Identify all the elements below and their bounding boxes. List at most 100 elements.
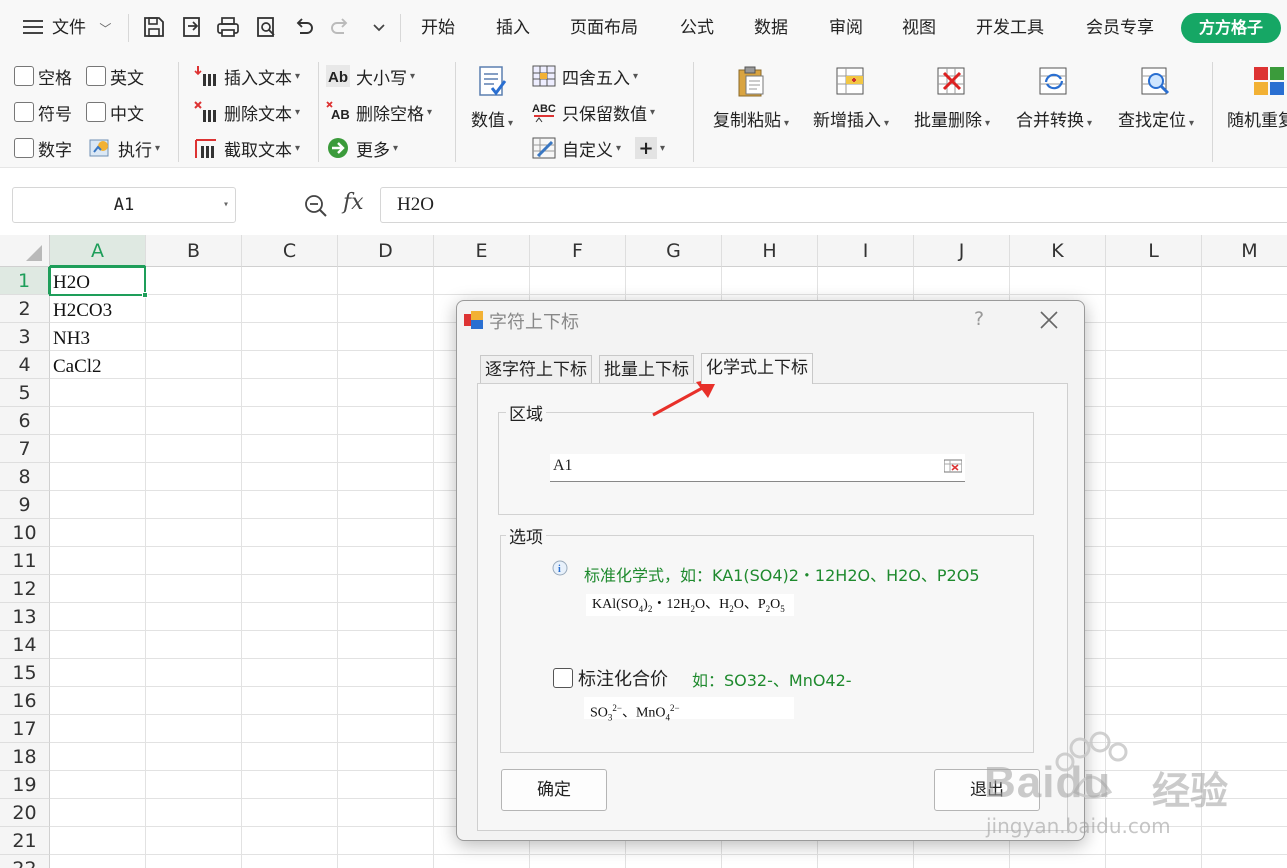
export-icon[interactable]: [178, 13, 206, 41]
file-menu[interactable]: 文件 ﹀: [52, 14, 111, 42]
row-header-5[interactable]: 5: [0, 379, 50, 407]
row-header-21[interactable]: 21: [0, 827, 50, 855]
valence-checkbox[interactable]: [553, 668, 573, 688]
region-input[interactable]: A1: [550, 454, 965, 482]
column-header-g[interactable]: G: [626, 235, 722, 267]
column-header-a[interactable]: A: [50, 235, 146, 267]
fx-icon[interactable]: fx: [343, 190, 364, 215]
tab-page-layout[interactable]: 页面布局: [570, 14, 638, 42]
ok-button[interactable]: 确定: [501, 769, 607, 811]
row-header-19[interactable]: 19: [0, 771, 50, 799]
keep-numbers-button[interactable]: ABC 只保留数值 ▾: [532, 99, 655, 125]
row-header-20[interactable]: 20: [0, 799, 50, 827]
row-header-13[interactable]: 13: [0, 603, 50, 631]
checkbox-space[interactable]: 空格: [14, 63, 72, 89]
print-icon[interactable]: [214, 13, 242, 41]
close-icon[interactable]: [1039, 310, 1059, 330]
custom-button[interactable]: 自定义 ▾ + ▾: [532, 135, 665, 161]
delete-text-button[interactable]: 删除文本 ▾: [194, 99, 300, 125]
plus-icon[interactable]: +: [635, 137, 658, 159]
checkbox-english[interactable]: 英文: [86, 63, 144, 89]
tab-fangfang[interactable]: 方方格子: [1181, 13, 1281, 43]
row-header-16[interactable]: 16: [0, 687, 50, 715]
more-button[interactable]: 更多 ▾: [326, 135, 398, 161]
row-header-8[interactable]: 8: [0, 463, 50, 491]
print-preview-icon[interactable]: [252, 13, 280, 41]
row-header-2[interactable]: 2: [0, 295, 50, 323]
tab-formulas[interactable]: 公式: [680, 14, 714, 42]
row-header-9[interactable]: 9: [0, 491, 50, 519]
row-header-14[interactable]: 14: [0, 631, 50, 659]
row-header-12[interactable]: 12: [0, 575, 50, 603]
checkbox-box[interactable]: [14, 138, 34, 158]
tab-review[interactable]: 审阅: [829, 14, 863, 42]
range-picker-icon[interactable]: [943, 458, 963, 473]
copy-paste-button[interactable]: 复制粘贴 ▾: [706, 56, 796, 168]
checkbox-box[interactable]: [86, 102, 106, 122]
numeric-button[interactable]: 数值 ▾: [462, 56, 522, 168]
cell-A2[interactable]: H2CO3: [53, 296, 112, 324]
row-header-15[interactable]: 15: [0, 659, 50, 687]
tab-member[interactable]: 会员专享: [1086, 14, 1154, 42]
help-icon[interactable]: ?: [974, 308, 984, 330]
row-header-4[interactable]: 4: [0, 351, 50, 379]
undo-icon[interactable]: [289, 13, 317, 41]
tab-chemical-formula[interactable]: 化学式上下标: [701, 353, 813, 384]
select-all-corner[interactable]: [0, 235, 50, 267]
zoom-icon[interactable]: [303, 193, 329, 219]
checkbox-digit[interactable]: 数字: [14, 135, 72, 161]
tab-view[interactable]: 视图: [902, 14, 936, 42]
formula-input[interactable]: H2O: [380, 187, 1287, 223]
batch-delete-button[interactable]: 批量删除 ▾: [906, 56, 998, 168]
tab-data[interactable]: 数据: [754, 14, 788, 42]
column-header-e[interactable]: E: [434, 235, 530, 267]
chevron-down-icon[interactable]: ▾: [223, 188, 229, 222]
cell-A3[interactable]: NH3: [53, 324, 90, 352]
checkbox-box[interactable]: [14, 66, 34, 86]
round-button[interactable]: 四舍五入 ▾: [532, 63, 638, 89]
column-header-i[interactable]: I: [818, 235, 914, 267]
tab-per-character[interactable]: 逐字符上下标: [480, 355, 592, 383]
column-header-f[interactable]: F: [530, 235, 626, 267]
name-box[interactable]: A1 ▾: [12, 187, 236, 223]
checkbox-symbol[interactable]: 符号: [14, 99, 72, 125]
row-header-11[interactable]: 11: [0, 547, 50, 575]
new-insert-button[interactable]: 新增插入 ▾: [806, 56, 896, 168]
case-button[interactable]: Ab 大小写 ▾: [326, 63, 415, 89]
row-header-6[interactable]: 6: [0, 407, 50, 435]
tab-insert[interactable]: 插入: [496, 14, 530, 42]
row-header-10[interactable]: 10: [0, 519, 50, 547]
exit-button[interactable]: 退出: [934, 769, 1040, 811]
customize-qat-icon[interactable]: [365, 13, 393, 41]
checkbox-chinese[interactable]: 中文: [86, 99, 144, 125]
row-header-22[interactable]: 22: [0, 855, 50, 868]
tab-home[interactable]: 开始: [421, 14, 455, 42]
remove-spaces-button[interactable]: AB 删除空格 ▾: [326, 99, 432, 125]
column-header-d[interactable]: D: [338, 235, 434, 267]
redo-icon[interactable]: [327, 13, 355, 41]
random-repeat-button[interactable]: 随机重复: [1224, 56, 1287, 168]
column-header-j[interactable]: J: [914, 235, 1010, 267]
column-header-b[interactable]: B: [146, 235, 242, 267]
extract-text-button[interactable]: 截取文本 ▾: [194, 135, 300, 161]
hamburger-icon[interactable]: [22, 17, 44, 37]
row-header-3[interactable]: 3: [0, 323, 50, 351]
column-header-h[interactable]: H: [722, 235, 818, 267]
row-header-17[interactable]: 17: [0, 715, 50, 743]
checkbox-box[interactable]: [86, 66, 106, 86]
checkbox-box[interactable]: [14, 102, 34, 122]
row-header-18[interactable]: 18: [0, 743, 50, 771]
column-header-l[interactable]: L: [1106, 235, 1202, 267]
cell-A4[interactable]: CaCl2: [53, 352, 102, 380]
column-header-k[interactable]: K: [1010, 235, 1106, 267]
insert-text-button[interactable]: 插入文本 ▾: [194, 63, 300, 89]
row-header-7[interactable]: 7: [0, 435, 50, 463]
tab-developer[interactable]: 开发工具: [976, 14, 1044, 42]
find-locate-button[interactable]: 查找定位 ▾: [1110, 56, 1202, 168]
fill-handle[interactable]: [142, 292, 148, 298]
save-icon[interactable]: [140, 13, 168, 41]
execute-button[interactable]: 执行 ▾: [88, 135, 160, 161]
valence-label[interactable]: 标注化合价: [578, 665, 668, 691]
column-header-c[interactable]: C: [242, 235, 338, 267]
column-header-m[interactable]: M: [1202, 235, 1287, 267]
